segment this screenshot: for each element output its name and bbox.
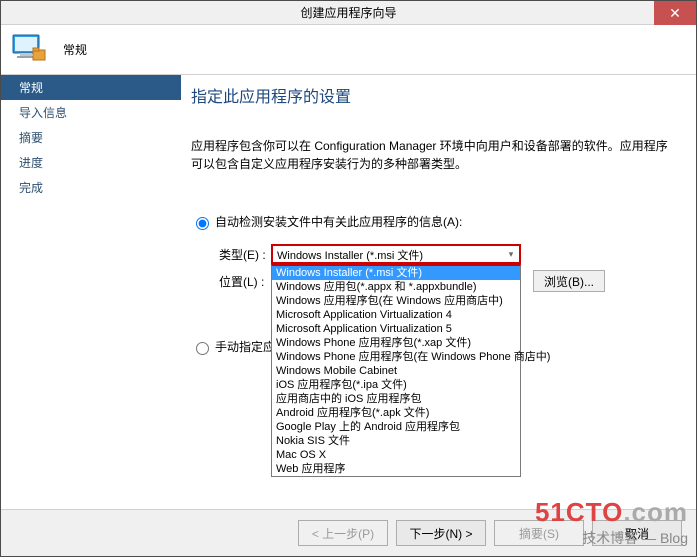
- sidebar-item-4[interactable]: 完成: [1, 175, 181, 200]
- prev-button[interactable]: < 上一步(P): [298, 520, 388, 546]
- type-option-10[interactable]: Android 应用程序包(*.apk 文件): [272, 406, 520, 420]
- sidebar-item-0[interactable]: 常规: [1, 75, 181, 100]
- app-window: 创建应用程序向导 ✕ 常规 常规导入信息摘要进度完成 指定此应用程序的设置 应用…: [0, 0, 697, 557]
- titlebar: 创建应用程序向导 ✕: [1, 1, 696, 25]
- close-icon: ✕: [669, 5, 681, 22]
- type-option-3[interactable]: Microsoft Application Virtualization 4: [272, 308, 520, 322]
- chevron-down-icon: ▾: [504, 247, 518, 261]
- type-option-0[interactable]: Windows Installer (*.msi 文件): [272, 266, 520, 280]
- type-option-1[interactable]: Windows 应用包(*.appx 和 *.appxbundle): [272, 280, 520, 294]
- radio-manual[interactable]: [196, 342, 209, 355]
- type-option-5[interactable]: Windows Phone 应用程序包(*.xap 文件): [272, 336, 520, 350]
- type-combo-wrap: Windows Installer (*.msi 文件) ▾ Windows I…: [271, 244, 521, 264]
- browse-button[interactable]: 浏览(B)...: [533, 270, 605, 292]
- type-row: 类型(E) : Windows Installer (*.msi 文件) ▾ W…: [191, 244, 676, 264]
- type-option-7[interactable]: Windows Mobile Cabinet: [272, 364, 520, 378]
- sidebar-item-1[interactable]: 导入信息: [1, 100, 181, 125]
- type-option-12[interactable]: Nokia SIS 文件: [272, 434, 520, 448]
- type-label: 类型(E) :: [191, 246, 271, 263]
- type-dropdown[interactable]: Windows Installer (*.msi 文件)Windows 应用包(…: [271, 264, 521, 477]
- type-option-4[interactable]: Microsoft Application Virtualization 5: [272, 322, 520, 336]
- page-description: 应用程序包含你可以在 Configuration Manager 环境中向用户和…: [191, 137, 676, 173]
- type-option-13[interactable]: Mac OS X: [272, 448, 520, 462]
- type-option-9[interactable]: 应用商店中的 iOS 应用程序包: [272, 392, 520, 406]
- type-option-2[interactable]: Windows 应用程序包(在 Windows 应用商店中): [272, 294, 520, 308]
- location-label: 位置(L) :: [191, 273, 271, 290]
- wizard-icon: [11, 33, 51, 67]
- next-button[interactable]: 下一步(N) >: [396, 520, 486, 546]
- type-option-11[interactable]: Google Play 上的 Android 应用程序包: [272, 420, 520, 434]
- cancel-button[interactable]: 取消: [592, 520, 682, 546]
- radio-auto-label: 自动检测安装文件中有关此应用程序的信息(A):: [215, 213, 462, 230]
- window-title: 创建应用程序向导: [300, 4, 396, 21]
- type-option-14[interactable]: Web 应用程序: [272, 462, 520, 476]
- header-title: 常规: [63, 41, 87, 58]
- content: 指定此应用程序的设置 应用程序包含你可以在 Configuration Mana…: [181, 75, 696, 509]
- type-combobox[interactable]: Windows Installer (*.msi 文件) ▾: [271, 244, 521, 264]
- sidebar-item-3[interactable]: 进度: [1, 150, 181, 175]
- type-option-8[interactable]: iOS 应用程序包(*.ipa 文件): [272, 378, 520, 392]
- summary-button[interactable]: 摘要(S): [494, 520, 584, 546]
- type-combobox-value: Windows Installer (*.msi 文件): [277, 250, 423, 262]
- sidebar-item-2[interactable]: 摘要: [1, 125, 181, 150]
- radio-auto-row[interactable]: 自动检测安装文件中有关此应用程序的信息(A):: [191, 213, 676, 230]
- body: 常规导入信息摘要进度完成 指定此应用程序的设置 应用程序包含你可以在 Confi…: [1, 75, 696, 510]
- sidebar: 常规导入信息摘要进度完成: [1, 75, 181, 509]
- header: 常规: [1, 25, 696, 75]
- page-title: 指定此应用程序的设置: [191, 83, 676, 107]
- footer: < 上一步(P) 下一步(N) > 摘要(S) 取消: [1, 510, 696, 556]
- close-button[interactable]: ✕: [654, 1, 696, 25]
- type-option-6[interactable]: Windows Phone 应用程序包(在 Windows Phone 商店中): [272, 350, 520, 364]
- radio-auto[interactable]: [196, 217, 209, 230]
